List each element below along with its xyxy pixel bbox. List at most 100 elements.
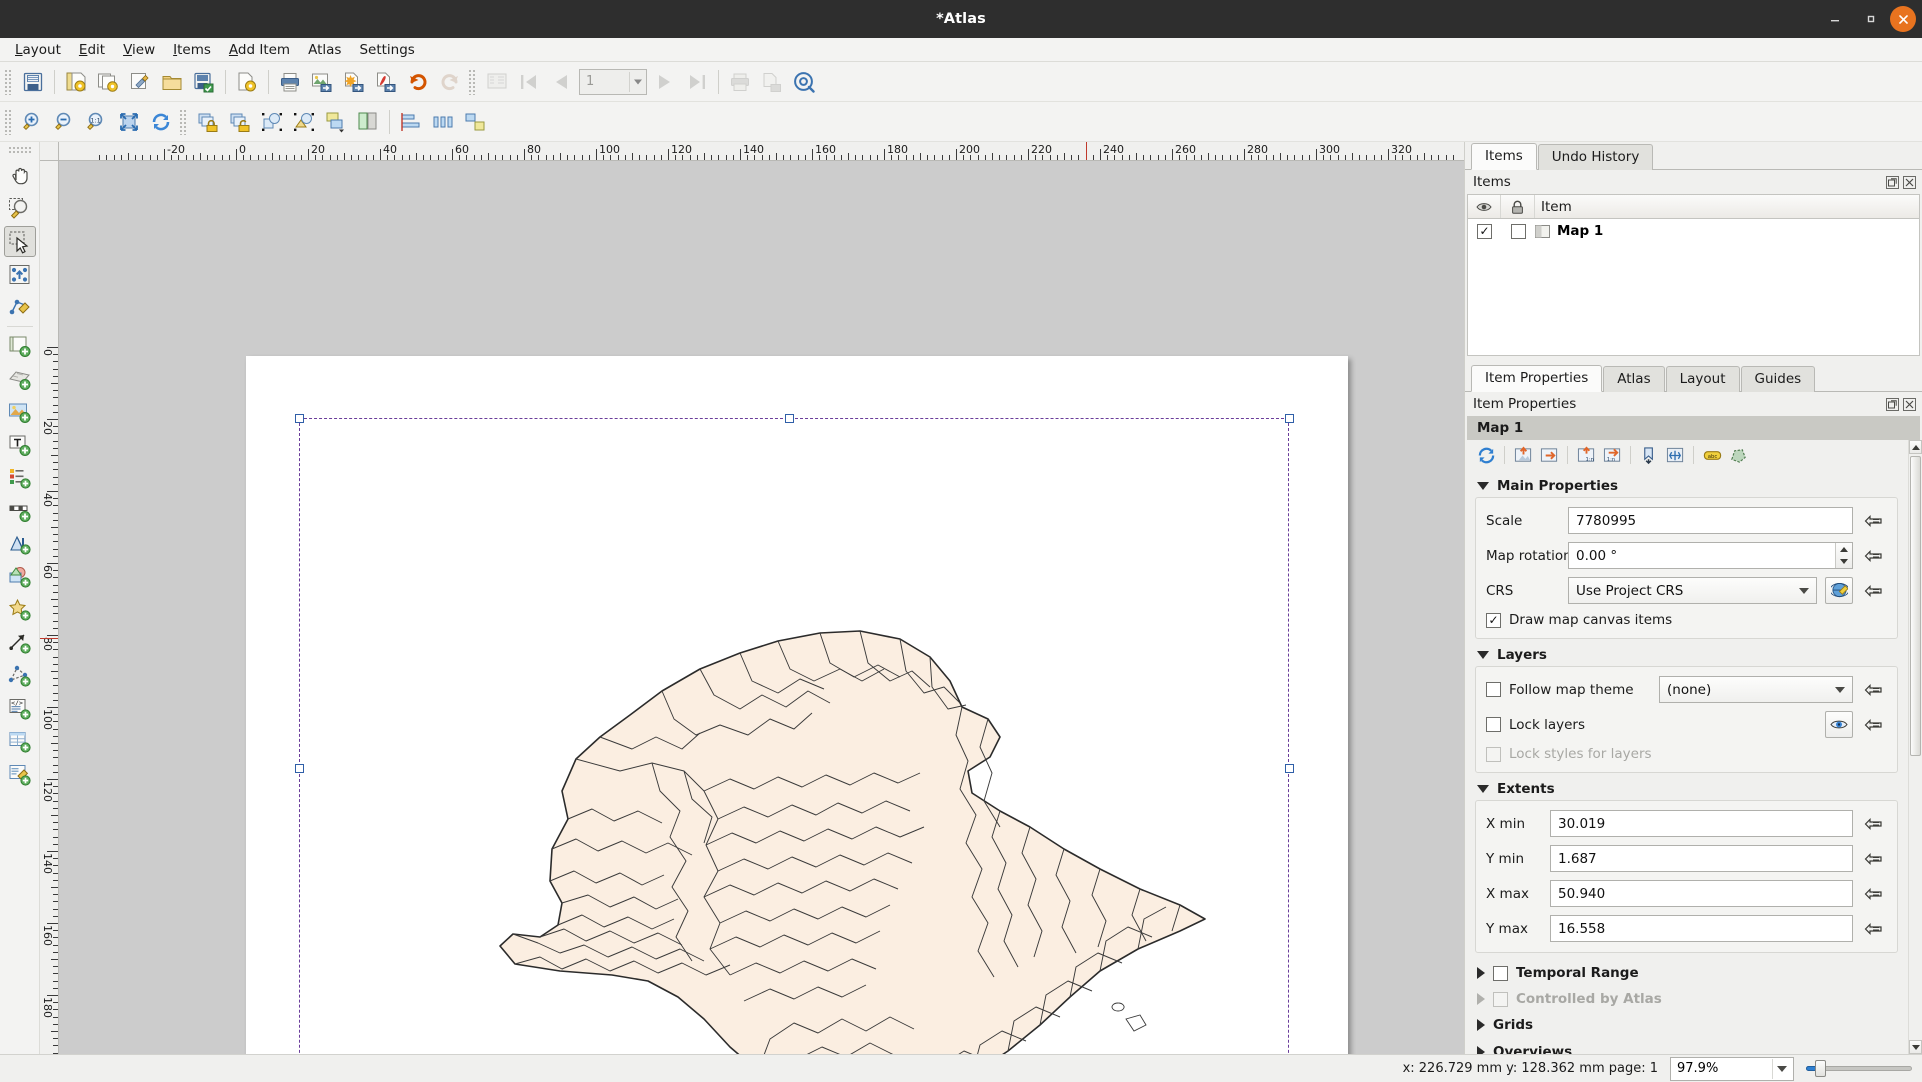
new-layout-icon[interactable] xyxy=(61,67,91,97)
clipping-settings-icon[interactable] xyxy=(1725,442,1751,468)
float-icon[interactable] xyxy=(1886,175,1899,189)
unlock-items-icon[interactable] xyxy=(225,107,255,137)
add-3d-map-tool[interactable] xyxy=(4,363,36,394)
add-arrow-tool[interactable] xyxy=(4,627,36,658)
atlas-feature-spinbox[interactable]: 1 xyxy=(579,68,647,95)
tab-guides[interactable]: Guides xyxy=(1740,366,1816,392)
atlas-toolbar-grip[interactable] xyxy=(468,68,477,95)
map-rotation-input[interactable]: 0.00 ° xyxy=(1568,542,1853,569)
move-item-content-tool[interactable] xyxy=(4,259,36,290)
float-icon[interactable] xyxy=(1886,397,1899,411)
layout-properties-icon[interactable] xyxy=(232,67,262,97)
crs-combobox[interactable]: Use Project CRS xyxy=(1568,577,1817,604)
add-html-tool[interactable]: </> xyxy=(4,693,36,724)
edit-nodes-tool[interactable] xyxy=(4,292,36,323)
maximize-button[interactable] xyxy=(1854,2,1888,36)
refresh-map-icon[interactable] xyxy=(1473,442,1499,468)
zoom-out-icon[interactable] xyxy=(50,107,80,137)
lock-items-icon[interactable] xyxy=(193,107,223,137)
y-max-input[interactable]: 16.558 xyxy=(1550,915,1853,942)
tab-item-properties[interactable]: Item Properties xyxy=(1471,365,1603,392)
menu-layout[interactable]: Layout xyxy=(6,40,70,60)
add-label-tool[interactable] xyxy=(4,429,36,460)
save-project-icon[interactable] xyxy=(18,67,48,97)
refresh-view-icon[interactable] xyxy=(146,107,176,137)
group-grids-header[interactable]: Grids xyxy=(1477,1017,1896,1033)
group-temporal-range-header[interactable]: Temporal Range xyxy=(1477,965,1896,981)
x-max-input[interactable]: 50.940 xyxy=(1550,880,1853,907)
menu-view[interactable]: View xyxy=(114,40,164,60)
pan-layout-tool[interactable] xyxy=(4,160,36,191)
open-template-icon[interactable] xyxy=(157,67,187,97)
tab-atlas[interactable]: Atlas xyxy=(1603,366,1665,392)
add-map-tool[interactable] xyxy=(4,330,36,361)
item-visibility-checkbox[interactable]: ✓ xyxy=(1468,223,1501,239)
data-defined-override-icon[interactable] xyxy=(1861,578,1887,604)
add-shape-tool[interactable] xyxy=(4,561,36,592)
view-scale-in-canvas-icon[interactable]: 1:n xyxy=(1599,442,1625,468)
export-svg-icon[interactable] xyxy=(339,67,369,97)
toolbar-grip[interactable] xyxy=(4,68,13,95)
set-to-canvas-scale-icon[interactable]: 1:n xyxy=(1573,442,1599,468)
menu-items[interactable]: Items xyxy=(164,40,220,60)
zoom-slider[interactable] xyxy=(1806,1058,1912,1080)
zoom-to-width-icon[interactable] xyxy=(114,107,144,137)
spinner-arrows[interactable] xyxy=(1835,543,1852,568)
horizontal-ruler[interactable]: -20 0 20 40 60 80 100 120 140 160 180 200 220 240 260 2… xyxy=(40,142,1464,161)
close-icon[interactable] xyxy=(1903,175,1916,189)
map-item-frame[interactable] xyxy=(299,418,1289,1054)
toolbar-grip[interactable] xyxy=(7,146,32,155)
atlas-settings-icon[interactable] xyxy=(789,67,819,97)
selection-handle-top-right[interactable] xyxy=(1285,414,1294,423)
data-defined-override-icon[interactable] xyxy=(1861,846,1887,872)
scroll-up-icon[interactable] xyxy=(1909,440,1922,454)
add-picture-tool[interactable] xyxy=(4,396,36,427)
toolbar-grip[interactable] xyxy=(4,108,13,135)
draw-map-canvas-items-checkbox[interactable]: ✓ xyxy=(1486,612,1501,628)
select-move-item-tool[interactable] xyxy=(3,226,36,257)
close-icon[interactable] xyxy=(1903,397,1916,411)
spin-down-icon[interactable] xyxy=(1836,556,1852,569)
y-min-input[interactable]: 1.687 xyxy=(1550,845,1853,872)
group-main-properties-header[interactable]: Main Properties xyxy=(1475,476,1898,497)
add-scalebar-tool[interactable] xyxy=(4,495,36,526)
align-items-icon[interactable] xyxy=(396,107,426,137)
view-extent-in-canvas-icon[interactable] xyxy=(1536,442,1562,468)
undo-icon[interactable] xyxy=(403,67,433,97)
add-north-arrow-tool[interactable] xyxy=(4,528,36,559)
data-defined-override-icon[interactable] xyxy=(1861,712,1887,738)
labeling-settings-icon[interactable]: abc xyxy=(1699,442,1725,468)
spin-up-icon[interactable] xyxy=(1836,543,1852,556)
distribute-items-icon[interactable] xyxy=(428,107,458,137)
ungroup-items-icon[interactable] xyxy=(289,107,319,137)
zoom-full-icon[interactable]: 1:1 xyxy=(82,107,112,137)
export-image-icon[interactable] xyxy=(307,67,337,97)
export-pdf-icon[interactable] xyxy=(371,67,401,97)
duplicate-layout-icon[interactable] xyxy=(93,67,123,97)
zoom-slider-knob[interactable] xyxy=(1815,1060,1826,1077)
item-lock-checkbox[interactable] xyxy=(1501,223,1535,239)
tab-items[interactable]: Items xyxy=(1471,143,1537,170)
selection-handle-middle-right[interactable] xyxy=(1285,764,1294,773)
group-layers-header[interactable]: Layers xyxy=(1475,645,1898,666)
properties-scrollbar[interactable] xyxy=(1908,440,1922,1054)
group-overviews-header[interactable]: Overviews xyxy=(1477,1044,1896,1054)
raise-items-icon[interactable] xyxy=(321,107,351,137)
selection-handle-top-center[interactable] xyxy=(785,414,794,423)
data-defined-override-icon[interactable] xyxy=(1861,543,1887,569)
draw-map-canvas-items-row[interactable]: ✓ Draw map canvas items xyxy=(1486,612,1887,628)
save-template-icon[interactable] xyxy=(189,67,219,97)
tab-layout[interactable]: Layout xyxy=(1665,366,1740,392)
follow-map-theme-checkbox[interactable] xyxy=(1486,682,1501,697)
add-node-item-tool[interactable] xyxy=(4,660,36,691)
menu-add-item[interactable]: Add Item xyxy=(220,40,299,60)
zoom-tool[interactable] xyxy=(4,193,36,224)
items-tree[interactable]: Item ✓ Map 1 xyxy=(1467,194,1920,356)
layout-manager-icon[interactable] xyxy=(125,67,155,97)
group-extents-header[interactable]: Extents xyxy=(1475,779,1898,800)
lower-items-icon[interactable] xyxy=(353,107,383,137)
vertical-ruler[interactable]: 020406080100120140160180200220 xyxy=(40,161,59,1054)
bookmark-icon[interactable] xyxy=(1636,442,1662,468)
close-button[interactable] xyxy=(1890,6,1916,32)
layout-page[interactable] xyxy=(246,356,1348,1054)
